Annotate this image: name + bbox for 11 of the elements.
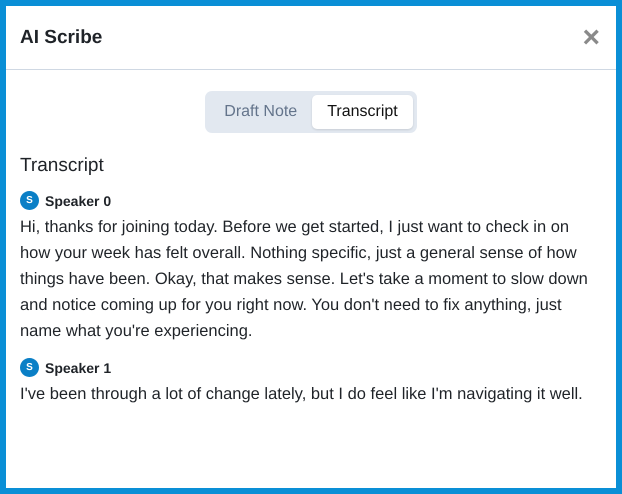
close-button[interactable]: ×	[580, 22, 602, 52]
section-title: Transcript	[20, 155, 105, 177]
tab[interactable]: Transcript	[312, 95, 413, 129]
transcript-text: Hi, thanks for joining today. Before we get started, I just want to check in on how your week has felt overall. Nothing specific, just a general sense of how things have been. Okay, that makes sense. Let's take a moment to slow down and notice coming up for you right now. You don't need to fix anything, just name what you're experiencing.	[20, 217, 589, 342]
speaker-name: Speaker 1	[45, 360, 112, 376]
tab[interactable]: Draft Note	[209, 95, 312, 129]
dialog-title: AI Scribe	[20, 26, 102, 48]
speaker-avatar: S	[20, 191, 39, 210]
transcript-text: I've been through a lot of change lately, but I do feel like I'm navigating it well.	[20, 384, 584, 405]
speaker-name: Speaker 0	[45, 192, 112, 208]
speaker-avatar: S	[20, 358, 39, 377]
